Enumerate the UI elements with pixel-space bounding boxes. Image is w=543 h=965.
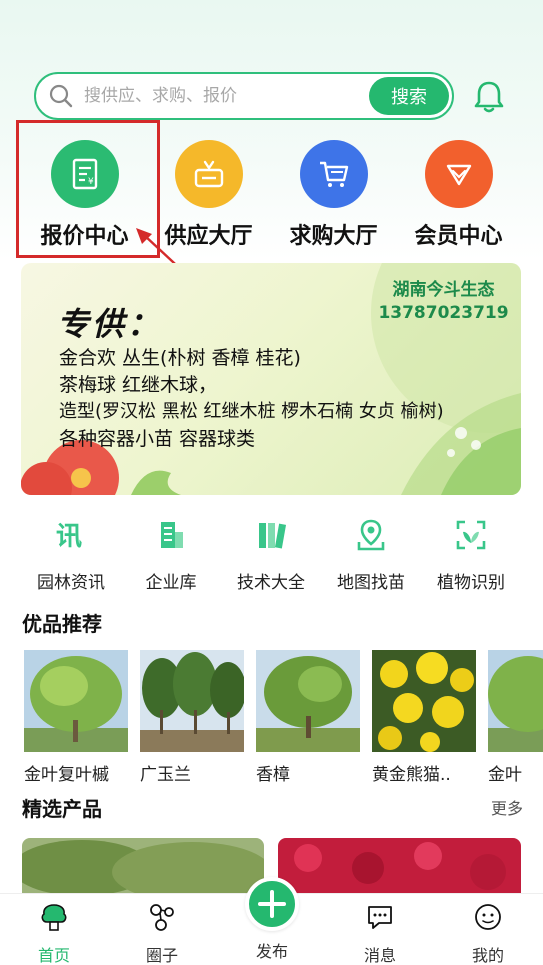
recommend-item[interactable]: 金叶 bbox=[488, 650, 543, 785]
promo-banner[interactable]: 专供： 湖南今斗生态 13787023719 金合欢 丛生(朴树 香樟 桂花) … bbox=[21, 263, 521, 495]
banner-line: 各种容器小苗 容器球类 bbox=[59, 428, 256, 450]
profile-icon bbox=[475, 904, 501, 930]
banner-phone: 13787023719 bbox=[378, 303, 509, 323]
tool-tech[interactable]: 技术大全 bbox=[221, 518, 321, 593]
nav-publish[interactable]: 发布 bbox=[232, 932, 312, 962]
recommend-section-title: 优品推荐 bbox=[22, 612, 102, 636]
recommend-item-label: 金叶复叶槭 bbox=[24, 765, 109, 785]
recommend-item[interactable]: 黄金熊猫.. bbox=[372, 650, 476, 785]
tool-map[interactable]: 地图找苗 bbox=[321, 518, 421, 593]
recommend-item-label: 广玉兰 bbox=[140, 765, 191, 785]
home-tree-icon bbox=[41, 904, 67, 931]
search-input[interactable] bbox=[84, 81, 364, 111]
product-photo bbox=[22, 838, 264, 898]
circle-network-icon bbox=[150, 904, 174, 931]
tree-photo bbox=[256, 650, 360, 752]
tool-news[interactable]: 讯 园林资讯 bbox=[21, 518, 121, 593]
products-section-title: 精选产品 bbox=[22, 797, 102, 821]
publish-button[interactable] bbox=[245, 877, 299, 931]
search-bar[interactable]: 搜索 bbox=[34, 72, 454, 120]
diamond-icon bbox=[424, 140, 493, 208]
banner-title: 专供： bbox=[57, 305, 163, 343]
recommend-item[interactable]: 香樟 bbox=[256, 650, 360, 785]
tree-photo bbox=[488, 650, 543, 752]
nav-profile[interactable]: 我的 bbox=[448, 902, 528, 965]
banner-line: 茶梅球 红继木球， bbox=[59, 374, 218, 396]
quick-entry-label: 会员中心 bbox=[414, 224, 503, 249]
recommend-item[interactable]: 金叶复叶槭 bbox=[24, 650, 128, 785]
tool-label: 园林资讯 bbox=[37, 573, 105, 593]
tool-label: 技术大全 bbox=[237, 573, 305, 593]
message-icon bbox=[368, 906, 392, 929]
svg-text:讯: 讯 bbox=[56, 522, 82, 552]
recommend-item-label: 金叶 bbox=[488, 765, 522, 785]
products-more-link[interactable]: 更多 bbox=[491, 795, 523, 819]
nav-label: 我的 bbox=[471, 946, 504, 965]
cart-icon bbox=[299, 140, 368, 208]
building-icon bbox=[161, 522, 183, 548]
map-pin-icon bbox=[357, 519, 385, 551]
tool-label: 植物识别 bbox=[437, 573, 505, 593]
tool-label: 地图找苗 bbox=[337, 573, 405, 593]
product-photo bbox=[278, 838, 521, 898]
quick-entry-purchase-hall[interactable]: 求购大厅 bbox=[271, 140, 396, 250]
search-icon bbox=[49, 84, 73, 108]
nav-label: 发布 bbox=[255, 942, 288, 961]
tool-plant-id[interactable]: 植物识别 bbox=[421, 518, 521, 593]
recommend-item-label: 黄金熊猫.. bbox=[372, 765, 451, 785]
tool-enterprise[interactable]: 企业库 bbox=[121, 518, 221, 593]
banner-line: 造型(罗汉松 黑松 红继木桩 椤木石楠 女贞 榆树) bbox=[59, 401, 444, 422]
bell-icon[interactable] bbox=[470, 78, 508, 116]
search-button[interactable]: 搜索 bbox=[369, 77, 449, 115]
banner-company: 湖南今斗生态 bbox=[392, 280, 495, 300]
product-card[interactable] bbox=[22, 838, 264, 898]
tool-grid: 讯 园林资讯 企业库 技术大全 地图找苗 植物识别 bbox=[0, 518, 543, 593]
plus-icon bbox=[258, 890, 286, 918]
tool-label: 企业库 bbox=[145, 573, 197, 593]
flower-photo bbox=[372, 650, 476, 752]
recommend-item-label: 香樟 bbox=[256, 765, 290, 785]
tree-photo bbox=[24, 650, 128, 752]
quick-entry-member-center[interactable]: 会员中心 bbox=[396, 140, 521, 250]
nav-circle[interactable]: 圈子 bbox=[122, 902, 202, 965]
nav-home[interactable]: 首页 bbox=[14, 902, 94, 965]
recommend-item[interactable]: 广玉兰 bbox=[140, 650, 246, 785]
tree-photo bbox=[140, 650, 246, 752]
product-card[interactable] bbox=[278, 838, 521, 898]
nav-label: 圈子 bbox=[145, 946, 178, 965]
books-icon bbox=[259, 523, 287, 549]
nav-messages[interactable]: 消息 bbox=[340, 902, 420, 965]
supply-box-icon bbox=[174, 140, 243, 208]
nav-label: 消息 bbox=[363, 946, 396, 965]
nav-label: 首页 bbox=[37, 946, 70, 965]
banner-pagination bbox=[221, 485, 331, 489]
banner-line: 金合欢 丛生(朴树 香樟 桂花) bbox=[59, 347, 301, 369]
plant-scan-icon bbox=[456, 520, 486, 550]
quick-entry-label: 求购大厅 bbox=[289, 224, 378, 249]
news-icon: 讯 bbox=[56, 522, 82, 552]
